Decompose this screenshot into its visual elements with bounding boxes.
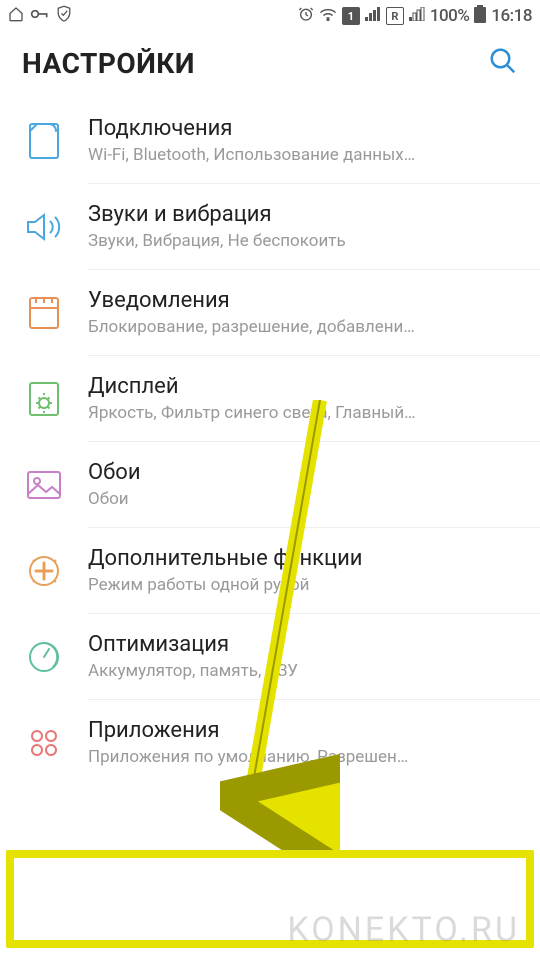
item-subtitle: Wi-Fi, Bluetooth, Использование данных… xyxy=(88,145,516,165)
item-title: Приложения xyxy=(88,718,516,743)
page-title: НАСТРОЙКИ xyxy=(22,47,195,80)
item-title: Подключения xyxy=(88,116,516,141)
item-connections[interactable]: Подключения Wi-Fi, Bluetooth, Использова… xyxy=(0,98,540,183)
battery-percent: 100% xyxy=(430,6,470,26)
item-display[interactable]: Дисплей Яркость, Фильтр синего света, Гл… xyxy=(0,356,540,441)
watermark: KONEKTO.RU xyxy=(287,910,520,950)
wifi-icon xyxy=(319,6,337,26)
item-title: Уведомления xyxy=(88,288,516,313)
shield-icon xyxy=(56,5,72,28)
item-wallpaper[interactable]: Обои Обои xyxy=(0,442,540,527)
sim-r-badge: R xyxy=(386,7,404,25)
app-header: НАСТРОЙКИ xyxy=(0,32,540,98)
item-subtitle: Блокирование, разрешение, добавлени… xyxy=(88,317,516,337)
search-button[interactable] xyxy=(488,46,518,80)
display-icon xyxy=(24,379,64,419)
item-subtitle: Обои xyxy=(88,489,516,509)
key-icon xyxy=(30,6,50,26)
annotation-highlight xyxy=(6,850,534,948)
item-apps[interactable]: Приложения Приложения по умолчанию, Разр… xyxy=(0,700,540,785)
item-title: Обои xyxy=(88,460,516,485)
item-advanced[interactable]: Дополнительные функции Режим работы одно… xyxy=(0,528,540,613)
item-title: Дополнительные функции xyxy=(88,546,516,571)
notifications-icon xyxy=(24,293,64,333)
home-icon xyxy=(8,6,24,27)
apps-icon xyxy=(24,723,64,763)
signal1-icon xyxy=(365,6,381,26)
item-subtitle: Аккумулятор, память, ОЗУ xyxy=(88,661,516,681)
item-sounds[interactable]: Звуки и вибрация Звуки, Вибрация, Не бес… xyxy=(0,184,540,269)
wallpaper-icon xyxy=(24,465,64,505)
sound-icon xyxy=(24,207,64,247)
advanced-icon xyxy=(24,551,64,591)
item-subtitle: Режим работы одной рукой xyxy=(88,575,516,595)
item-optimization[interactable]: Оптимизация Аккумулятор, память, ОЗУ xyxy=(0,614,540,699)
status-bar: 1 R 100% 16:18 xyxy=(0,0,540,32)
signal2-icon xyxy=(409,6,425,26)
item-subtitle: Яркость, Фильтр синего света, Главный… xyxy=(88,403,516,423)
optimization-icon xyxy=(24,637,64,677)
item-title: Звуки и вибрация xyxy=(88,202,516,227)
alarm-icon xyxy=(298,6,314,27)
connections-icon xyxy=(24,121,64,161)
sim1-badge: 1 xyxy=(342,7,360,25)
item-subtitle: Приложения по умолчанию, Разрешен… xyxy=(88,747,516,767)
item-notifications[interactable]: Уведомления Блокирование, разрешение, до… xyxy=(0,270,540,355)
battery-icon xyxy=(474,5,486,28)
settings-list: Подключения Wi-Fi, Bluetooth, Использова… xyxy=(0,98,540,785)
clock: 16:18 xyxy=(491,6,532,26)
item-title: Оптимизация xyxy=(88,632,516,657)
item-subtitle: Звуки, Вибрация, Не беспокоить xyxy=(88,231,516,251)
item-title: Дисплей xyxy=(88,374,516,399)
